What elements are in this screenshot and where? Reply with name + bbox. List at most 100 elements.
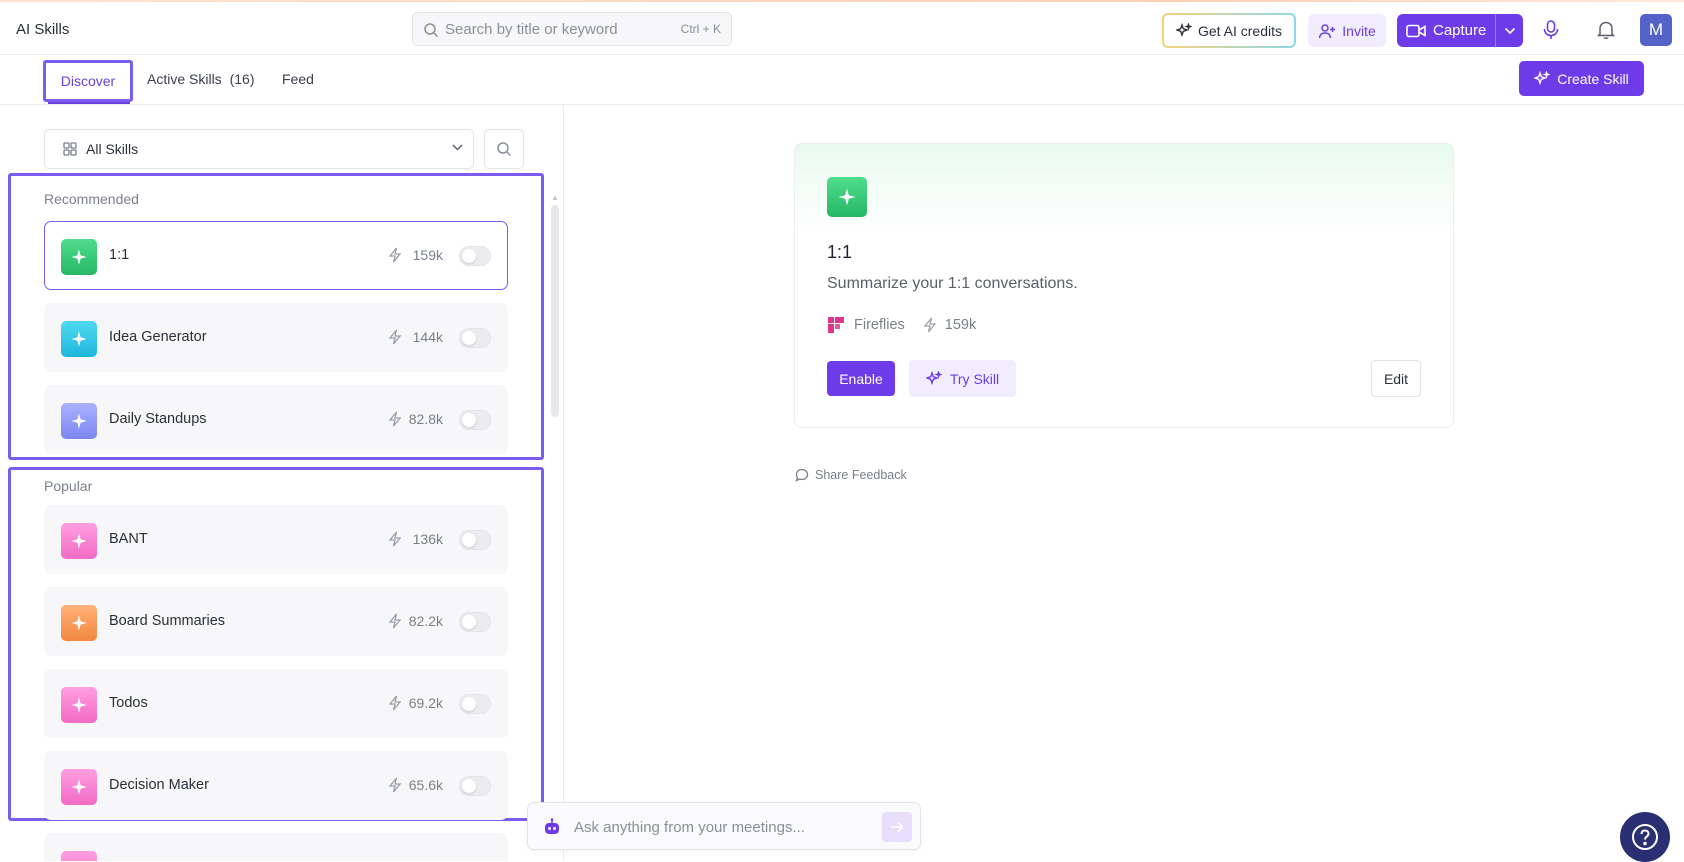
get-ai-credits-button[interactable]: Get AI credits xyxy=(1162,13,1296,48)
card-header-glow xyxy=(795,144,1453,234)
tab-feed[interactable]: Feed xyxy=(282,71,314,87)
skill-icon xyxy=(61,321,97,357)
get-ai-credits-label: Get AI credits xyxy=(1197,22,1283,39)
invite-button[interactable]: Invite xyxy=(1308,14,1386,47)
app-title: AI Skills xyxy=(16,21,70,38)
sparkle-icon xyxy=(71,533,87,549)
skill-enable-toggle[interactable] xyxy=(459,694,491,714)
sparkles-icon xyxy=(925,370,942,385)
bolt-icon xyxy=(923,317,937,333)
global-search[interactable]: Ctrl + K xyxy=(412,12,732,46)
bolt-icon xyxy=(388,695,402,711)
chevron-down-icon xyxy=(452,144,463,151)
skill-detail-meta: Fireflies 159k xyxy=(827,316,976,334)
tab-feed-label: Feed xyxy=(282,71,314,87)
list-item[interactable]: Idea Generator 144k xyxy=(44,303,508,372)
skill-name: Decision Maker xyxy=(109,777,209,793)
list-item[interactable]: Todos 69.2k xyxy=(44,669,508,738)
skill-usage-count: 159k xyxy=(412,247,443,263)
list-item-partial[interactable] xyxy=(44,833,508,861)
sparkles-icon xyxy=(1175,22,1192,37)
skill-detail-card: 1:1 Summarize your 1:1 conversations. Fi… xyxy=(794,143,1454,428)
skill-enable-toggle[interactable] xyxy=(459,530,491,550)
try-skill-button[interactable]: Try Skill xyxy=(909,360,1016,397)
list-item[interactable]: Daily Standups 82.8k xyxy=(44,385,508,454)
skill-icon xyxy=(61,851,97,861)
recommended-section-label: Recommended xyxy=(44,191,139,207)
skill-icon xyxy=(61,523,97,559)
tab-active-skills[interactable]: Active Skills (16) xyxy=(147,71,254,87)
skills-search-button[interactable] xyxy=(484,129,524,169)
sparkle-icon xyxy=(71,413,87,429)
skill-enable-toggle[interactable] xyxy=(459,246,491,266)
create-skill-button[interactable]: Create Skill xyxy=(1519,61,1644,96)
grid-icon xyxy=(63,142,77,156)
ask-meetings-bar[interactable] xyxy=(527,802,921,850)
list-item[interactable]: Board Summaries 82.2k xyxy=(44,587,508,656)
skill-detail-icon xyxy=(827,177,867,217)
capture-dropdown-button[interactable] xyxy=(1495,14,1523,47)
list-item[interactable]: BANT 136k xyxy=(44,505,508,574)
skill-icon xyxy=(61,403,97,439)
sparkle-icon xyxy=(71,615,87,631)
skill-name: 1:1 xyxy=(109,247,130,263)
skill-icon xyxy=(61,239,97,275)
tab-active-skills-label: Active Skills xyxy=(147,71,222,87)
fireflies-logo-icon xyxy=(828,317,844,333)
sparkle-icon xyxy=(71,331,87,347)
bell-icon[interactable] xyxy=(1597,20,1615,40)
edit-button[interactable]: Edit xyxy=(1371,360,1421,397)
question-circle-icon xyxy=(1632,824,1658,850)
enable-button[interactable]: Enable xyxy=(827,361,895,396)
top-bar: AI Skills Ctrl + K Get AI credits Invite… xyxy=(0,2,1684,55)
sparkles-icon xyxy=(1534,70,1551,85)
skill-detail-author: Fireflies xyxy=(854,317,905,333)
chat-bubble-icon xyxy=(795,468,809,482)
capture-button[interactable]: Capture xyxy=(1397,14,1523,47)
scroll-up-arrow[interactable]: ▲ xyxy=(551,193,559,202)
tab-active-skills-count: (16) xyxy=(229,71,255,87)
sub-navigation: Discover Active Skills (16) Feed Create … xyxy=(0,55,1684,105)
bolt-icon xyxy=(388,531,402,547)
capture-label: Capture xyxy=(1433,22,1487,39)
video-camera-icon xyxy=(1406,24,1426,37)
user-avatar[interactable]: M xyxy=(1640,14,1672,46)
skill-name: Daily Standups xyxy=(109,411,207,427)
list-item[interactable]: 1:1 159k xyxy=(44,221,508,290)
help-button[interactable] xyxy=(1620,812,1670,862)
skill-enable-toggle[interactable] xyxy=(459,328,491,348)
create-skill-label: Create Skill xyxy=(1557,70,1629,87)
skill-detail-title: 1:1 xyxy=(827,242,853,262)
robot-icon xyxy=(545,818,559,834)
arrow-right-icon xyxy=(891,821,904,833)
skill-detail-count: 159k xyxy=(944,317,977,333)
skill-enable-toggle[interactable] xyxy=(459,612,491,632)
bolt-icon xyxy=(388,411,402,427)
skill-usage-count: 144k xyxy=(412,329,443,345)
skill-enable-toggle[interactable] xyxy=(459,776,491,796)
skill-name: Idea Generator xyxy=(109,329,207,345)
send-button[interactable] xyxy=(882,812,912,842)
tab-discover[interactable]: Discover xyxy=(43,60,133,102)
chevron-down-icon xyxy=(1504,27,1515,34)
share-feedback-link[interactable]: Share Feedback xyxy=(795,468,907,482)
sparkle-icon xyxy=(71,779,87,795)
scrollbar-thumb[interactable] xyxy=(551,205,559,417)
skills-list-panel: All Skills Recommended 1:1 159k Idea Gener… xyxy=(0,105,564,861)
bolt-icon xyxy=(388,329,402,345)
bolt-icon xyxy=(388,613,402,629)
ask-input[interactable] xyxy=(574,817,864,837)
skill-usage-count: 69.2k xyxy=(408,695,443,711)
sparkle-icon xyxy=(838,188,856,206)
skill-usage-count: 82.8k xyxy=(408,411,443,427)
capture-main[interactable]: Capture xyxy=(1397,14,1495,47)
skills-filter-select[interactable]: All Skills xyxy=(44,129,474,169)
skill-enable-toggle[interactable] xyxy=(459,410,491,430)
skill-usage-count: 136k xyxy=(412,531,443,547)
list-item[interactable]: Decision Maker 65.6k xyxy=(44,751,508,820)
microphone-icon[interactable] xyxy=(1543,20,1559,40)
search-input[interactable] xyxy=(445,19,665,39)
skill-usage-count: 65.6k xyxy=(408,777,443,793)
skill-icon xyxy=(61,769,97,805)
skill-icon xyxy=(61,605,97,641)
